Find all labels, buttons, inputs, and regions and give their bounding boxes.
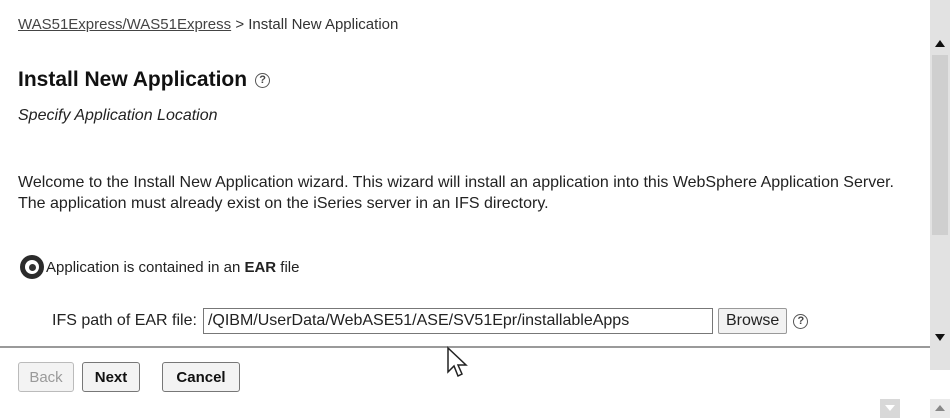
- down-triangle-icon: [885, 405, 895, 411]
- browse-button[interactable]: Browse: [717, 308, 788, 334]
- breadcrumb-link-server[interactable]: WAS51Express/WAS51Express: [18, 16, 231, 33]
- scroll-up-icon[interactable]: [935, 40, 945, 47]
- scroll-thumb[interactable]: [932, 55, 948, 235]
- ear-path-input[interactable]: /QIBM/UserData/WebASE51/ASE/SV51Epr/inst…: [202, 308, 713, 334]
- page-subtitle: Specify Application Location: [18, 107, 218, 124]
- mouse-pointer-icon: [447, 346, 468, 378]
- ear-option-label-prefix: Application is contained in an: [46, 258, 245, 276]
- ear-option-row[interactable]: Application is contained in an EAR file: [20, 255, 299, 279]
- radio-selected-dot: [28, 263, 36, 271]
- breadcrumb: WAS51Express/WAS51Express > Install New …: [18, 16, 398, 33]
- scroll-down-page-icon[interactable]: [880, 399, 900, 418]
- back-button[interactable]: Back: [18, 362, 74, 392]
- breadcrumb-current: Install New Application: [248, 16, 399, 33]
- breadcrumb-separator: >: [235, 16, 245, 33]
- wizard-content: WAS51Express/WAS51Express > Install New …: [0, 0, 930, 345]
- ear-path-label: IFS path of EAR file:: [52, 312, 197, 329]
- up-triangle-icon: [935, 405, 945, 411]
- ear-option-label-suffix: file: [276, 258, 300, 276]
- page-title: Install New Application: [18, 68, 248, 91]
- title-row: Install New Application ?: [18, 68, 271, 92]
- welcome-text: Welcome to the Install New Application w…: [18, 174, 894, 212]
- radio-inner: [25, 260, 39, 274]
- ear-path-row: IFS path of EAR file: /QIBM/UserData/Web…: [52, 308, 809, 334]
- scroll-corner-icon[interactable]: [930, 399, 950, 418]
- next-button[interactable]: Next: [82, 362, 140, 392]
- vertical-scrollbar[interactable]: [930, 0, 950, 370]
- ear-file-radio[interactable]: [20, 255, 44, 279]
- ear-option-label-bold: EAR: [244, 258, 277, 276]
- help-icon[interactable]: ?: [255, 72, 271, 88]
- scroll-down-icon[interactable]: [935, 334, 945, 341]
- help-icon[interactable]: ?: [793, 313, 809, 329]
- cancel-button[interactable]: Cancel: [162, 362, 240, 392]
- ear-option-label: Application is contained in an EAR file: [46, 259, 299, 276]
